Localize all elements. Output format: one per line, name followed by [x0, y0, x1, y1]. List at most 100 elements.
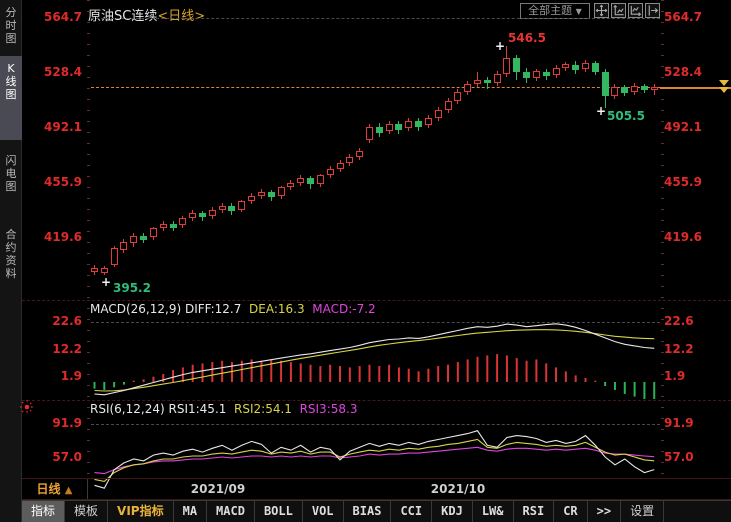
candle-body	[435, 110, 442, 118]
price-marker-icon	[719, 87, 729, 93]
hot-indicator-icon	[19, 399, 35, 415]
y-axis-label: 419.6	[664, 230, 726, 244]
toolbar-tab-RSI[interactable]: RSI	[514, 501, 555, 522]
candle-body	[120, 242, 127, 250]
toolbar-tab-BOLL[interactable]: BOLL	[255, 501, 303, 522]
y-axis-label: 1.9	[26, 369, 82, 383]
candle-body	[150, 228, 157, 237]
candle-body	[91, 268, 98, 272]
y-axis-label: 528.4	[26, 65, 82, 79]
price-marker-icon	[719, 80, 729, 86]
toolbar-tab-设置[interactable]: 设置	[621, 501, 664, 522]
candle-body	[533, 71, 540, 78]
y-axis-label: 12.2	[664, 342, 726, 356]
candle-body	[346, 157, 353, 163]
candle-body	[523, 72, 530, 78]
y-axis-label: 57.0	[664, 450, 726, 464]
candle-body	[228, 206, 235, 211]
candle-body	[415, 121, 422, 127]
rsi1-value: RSI1:45.1	[169, 402, 227, 416]
triangle-up-icon: ▲	[65, 485, 73, 496]
candle-body	[356, 151, 363, 157]
sidebar-item-4[interactable]: 合约资料	[0, 226, 22, 318]
candle-body	[278, 187, 285, 196]
period-label: 日线	[37, 482, 61, 496]
candle-body	[238, 201, 245, 210]
low-marker: +	[101, 277, 111, 287]
candle-body	[582, 63, 589, 69]
y-axis-label: 1.9	[664, 369, 726, 383]
annotation-low-start: 395.2	[113, 281, 151, 295]
macd-dea-value: DEA:16.3	[249, 302, 305, 316]
candle-body	[317, 175, 324, 184]
candle-body	[405, 121, 412, 129]
candle-body	[425, 118, 432, 126]
sidebar-item-3[interactable]: 闪电图	[0, 152, 22, 220]
toolbar-tab-CCI[interactable]: CCI	[391, 501, 432, 522]
candle-body	[543, 72, 550, 76]
toolbar-tab-MA[interactable]: MA	[174, 501, 207, 522]
rsi3-value: RSI3:58.3	[300, 402, 358, 416]
candle-body	[395, 124, 402, 130]
toolbar-tab-BIAS[interactable]: BIAS	[344, 501, 392, 522]
candle-body	[189, 213, 196, 218]
candle-body	[376, 127, 383, 133]
recent-low-marker: +	[596, 106, 606, 116]
period-selector-button[interactable]: 日线 ▲	[22, 479, 88, 499]
y-axis-label: 564.7	[664, 10, 726, 24]
high-marker: +	[495, 41, 505, 51]
toolbar-tab-MACD[interactable]: MACD	[207, 501, 255, 522]
candle-body	[219, 206, 226, 211]
candlestick-chart[interactable]: + 546.5 + 395.2 + 505.5	[91, 0, 660, 300]
candle-body	[268, 192, 275, 197]
candle-body	[651, 87, 658, 90]
rsi-header: RSI(6,12,24) RSI1:45.1 RSI2:54.1 RSI3:58…	[90, 402, 357, 416]
y-axis-label: 57.0	[26, 450, 82, 464]
candle-body	[170, 224, 177, 228]
toolbar-tab-KDJ[interactable]: KDJ	[432, 501, 473, 522]
candle-body	[101, 268, 108, 273]
futures-chart-window: 分时图K线图闪电图合约资料 原油SC连续<日线> 全部主题 ▼ + 546.5 …	[0, 0, 731, 522]
y-axis-label: 455.9	[26, 175, 82, 189]
y-axis-label: 22.6	[26, 314, 82, 328]
candle-body	[602, 72, 609, 96]
macd-params: MACD(26,12,9)	[90, 302, 181, 316]
candle-body	[572, 65, 579, 70]
candle-body	[631, 86, 638, 92]
y-axis-label: 91.9	[26, 416, 82, 430]
y-axis-label: 419.6	[26, 230, 82, 244]
sidebar-item-2[interactable]: K线图	[0, 56, 22, 140]
annotation-high: 546.5	[508, 31, 546, 45]
candle-body	[179, 218, 186, 226]
y-axis-label: 492.1	[664, 120, 726, 134]
x-axis-tick: 2021/09	[166, 482, 270, 496]
candle-body	[297, 178, 304, 183]
toolbar-tab-指标[interactable]: 指标	[22, 501, 65, 522]
candle-body	[111, 248, 118, 265]
indicator-toolbar: 指标模板VIP指标MAMACDBOLLVOLBIASCCIKDJLW&RSICR…	[22, 500, 731, 522]
x-axis-tick: 2021/10	[406, 482, 510, 496]
candle-body	[160, 224, 167, 229]
y-axis-label: 22.6	[664, 314, 726, 328]
sidebar: 分时图K线图闪电图合约资料	[0, 0, 22, 522]
toolbar-tab-CR[interactable]: CR	[554, 501, 587, 522]
candle-body	[513, 58, 520, 72]
y-axis-label: 12.2	[26, 342, 82, 356]
candle-body	[464, 84, 471, 92]
candle-body	[474, 80, 481, 85]
candle-body	[445, 101, 452, 110]
y-axis-label: 528.4	[664, 65, 726, 79]
toolbar-tab->>[interactable]: >>	[588, 501, 621, 522]
candle-body	[611, 87, 618, 96]
candle-body	[337, 163, 344, 169]
candle-body	[307, 178, 314, 184]
candle-body	[327, 169, 334, 175]
candle-body	[140, 236, 147, 240]
candle-body	[494, 74, 501, 83]
sidebar-item-1[interactable]: 分时图	[0, 4, 22, 58]
candle-body	[248, 196, 255, 201]
toolbar-tab-VOL[interactable]: VOL	[303, 501, 344, 522]
toolbar-tab-模板[interactable]: 模板	[65, 501, 108, 522]
toolbar-tab-LW&[interactable]: LW&	[473, 501, 514, 522]
toolbar-tab-VIP指标[interactable]: VIP指标	[108, 501, 174, 522]
